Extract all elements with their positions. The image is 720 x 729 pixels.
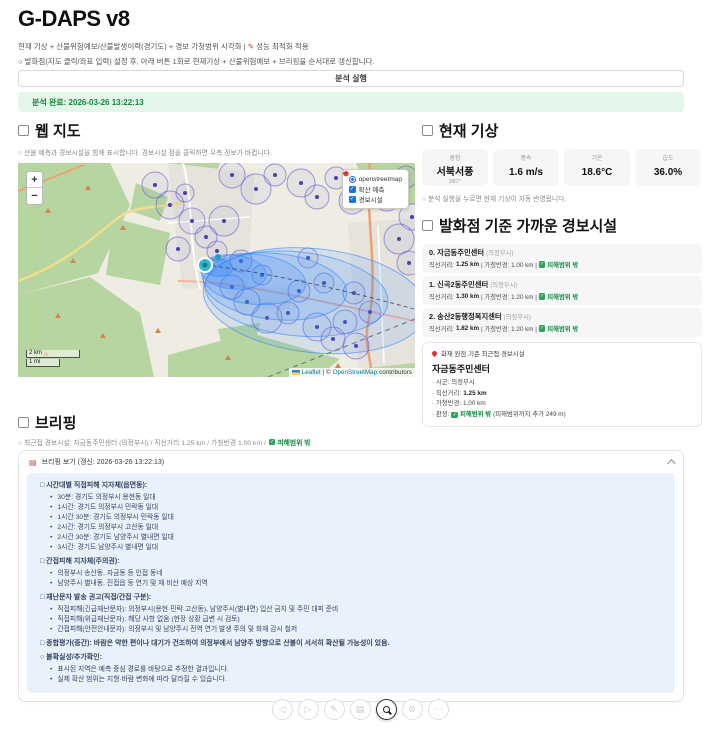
nearest-facility-detail: 화재 원점 기준 최근접 경보시설 자금동주민센터 · 시군: 의정부시 · 직… bbox=[422, 342, 702, 427]
list-item: •1시간: 경기도 의정부시 민락동 일대 bbox=[40, 503, 662, 513]
check-icon: ✓ bbox=[451, 412, 458, 419]
app-subtitle: 현재 기상 + 산불위험예보/산불발생이력(경기도) + 경보 가청범위 시각화… bbox=[18, 41, 309, 52]
g-daps-app: G-DAPS v8 현재 기상 + 산불위험예보/산불발생이력(경기도) + 경… bbox=[0, 0, 720, 729]
prev-button[interactable]: ◁ bbox=[272, 699, 293, 720]
analysis-status: 분석 완료: 2026-03-26 13:22:13 bbox=[18, 92, 684, 112]
chevron-up-icon[interactable] bbox=[667, 459, 675, 467]
checkbox-checked-icon: ✓ bbox=[349, 186, 356, 193]
list-item: •30분: 경기도 의정부시 용현동 일대 bbox=[40, 493, 662, 503]
weather-section-title: 현재 기상 bbox=[422, 120, 702, 141]
layer-spread-prediction[interactable]: ✓ 확산 예측 bbox=[349, 184, 402, 194]
footer-toolbar: ◁ ▷ ✎ ▤ ⊘ ⋯ bbox=[0, 699, 720, 720]
wind-speed-card: 풍속 1.6 m/s bbox=[493, 149, 559, 186]
facility-row: 2. 송산2동행정복지센터 (의정부시) 직선거리:1.82 km| 가청반경:… bbox=[422, 308, 702, 337]
facilities-section-title: 발화점 기준 가까운 경보시설 bbox=[422, 215, 702, 236]
temperature-card: 기온 18.6°C bbox=[564, 149, 630, 186]
list-item: •1시간 30분: 경기도 의정부시 민락동 일대 bbox=[40, 513, 662, 523]
section-box-icon bbox=[18, 417, 29, 428]
pencil-icon: ✎ bbox=[248, 42, 254, 51]
map-section-title: 웹 지도 bbox=[18, 120, 415, 141]
list-item: •표시된 지역은 예측 중심 경로를 바탕으로 추정한 결과입니다. bbox=[40, 665, 662, 675]
section-box-icon bbox=[422, 125, 433, 136]
map-caption: ○ 산불 예측과 경보시설을 함께 표시합니다. 경보시설 점을 클릭하면 우측… bbox=[18, 147, 415, 157]
next-button[interactable]: ▷ bbox=[298, 699, 319, 720]
megaphone-icon bbox=[343, 170, 349, 177]
radio-checked-icon bbox=[349, 176, 356, 183]
edit-icon[interactable]: ✎ bbox=[324, 699, 345, 720]
section-box-icon bbox=[18, 125, 29, 136]
detail-header: 화재 원점 기준 최근접 경보시설 bbox=[432, 349, 692, 358]
briefing-caption: ○ 최근접 경보시설: 자금동주민센터 (의정부시) / 직선거리 1.25 k… bbox=[18, 437, 311, 447]
list-item: •3시간: 경기도 남양주시 별내면 일대 bbox=[40, 543, 662, 553]
frames-icon[interactable]: ▤ bbox=[350, 699, 371, 720]
facility-name: 자금동주민센터 bbox=[432, 362, 692, 375]
humidity-card: 습도 36.0% bbox=[635, 149, 701, 186]
magnifier-icon[interactable] bbox=[376, 699, 397, 720]
check-icon: ✓ bbox=[539, 325, 546, 332]
list-item: •2시간: 경기도 의정부시 고산동 일대 bbox=[40, 523, 662, 533]
checkbox-checked-icon: ✓ bbox=[349, 196, 356, 203]
run-analysis-button[interactable]: 분석 실행 bbox=[18, 70, 684, 87]
weather-caption: ○ 분석 실행을 누르면 현재 기상이 자동 반영됩니다. bbox=[422, 193, 702, 203]
map-canvas[interactable]: + − openstreetmap ✓ 확산 예측 ✓ 경보시설 bbox=[18, 163, 415, 377]
briefing-content: □ 시간대별 직접피해 지자체(읍면동): •30분: 경기도 의정부시 용현동… bbox=[27, 473, 675, 693]
list-item: •의정부시 송산동, 자금동 등 인접 동네 bbox=[40, 569, 662, 579]
layer-alert-facilities[interactable]: ✓ 경보시설 bbox=[349, 194, 402, 204]
briefing-accordion-header[interactable]: ▤ 브리핑 보기 (갱신: 2026-03-26 13:22:13) bbox=[19, 451, 683, 473]
osm-link[interactable]: OpenStreetMap bbox=[333, 369, 377, 376]
list-item: •직접피해(위급재난문자): 해당 사항 없음 (현장 상황 급변 시 검토) bbox=[40, 615, 662, 625]
layer-control: openstreetmap ✓ 확산 예측 ✓ 경보시설 bbox=[342, 169, 409, 209]
ukraine-flag-icon bbox=[292, 370, 300, 375]
video-off-icon[interactable]: ⊘ bbox=[402, 699, 423, 720]
list-item: •실제 확산 범위는 지형·바람 변화에 따라 달라질 수 있습니다. bbox=[40, 675, 662, 685]
briefing-accordion: ▤ 브리핑 보기 (갱신: 2026-03-26 13:22:13) □ 시간대… bbox=[18, 450, 684, 702]
weather-cards: 풍향 서북서풍 287° 풍속 1.6 m/s 기온 18.6°C 습도 36.… bbox=[422, 149, 702, 186]
more-icon[interactable]: ⋯ bbox=[428, 699, 449, 720]
check-icon: ✓ bbox=[539, 261, 546, 268]
map-pin-icon bbox=[431, 350, 438, 357]
layer-basemap[interactable]: openstreetmap bbox=[349, 174, 402, 184]
map-zoom-control: + − bbox=[26, 171, 43, 205]
wind-direction-card: 풍향 서북서풍 287° bbox=[422, 149, 488, 186]
map-scale: 2 km 1 mi bbox=[26, 350, 80, 367]
facility-list: 0. 자금동주민센터 (의정부시) 직선거리:1.25 km| 가청반경: 1.… bbox=[422, 244, 702, 337]
facility-row: 0. 자금동주민센터 (의정부시) 직선거리:1.25 km| 가청반경: 1.… bbox=[422, 244, 702, 273]
app-instruction: ○ 발화점(지도 클릭/좌표 입력) 설정 후, 아래 버튼 1회로 현재기상 … bbox=[18, 56, 375, 67]
list-item: •남양주시 별내동, 진접읍 등 연기 및 재 비산 예상 지역 bbox=[40, 579, 662, 589]
leaflet-link[interactable]: Leaflet bbox=[302, 369, 321, 376]
map-attribution: Leaflet | © OpenStreetMap contributors bbox=[289, 368, 415, 377]
zoom-in-button[interactable]: + bbox=[27, 172, 42, 188]
zoom-out-button[interactable]: − bbox=[27, 188, 42, 204]
check-icon: ✓ bbox=[539, 293, 546, 300]
list-item: •간접피해(안전안내문자): 의정부시 및 남양주시 전역 연기 발생 주의 및… bbox=[40, 625, 662, 635]
briefing-section-title: 브리핑 bbox=[18, 412, 76, 433]
document-icon: ▤ bbox=[29, 458, 37, 467]
list-item: •2시간 30분: 경기도 남양주시 별내면 일대 bbox=[40, 533, 662, 543]
section-box-icon bbox=[422, 220, 433, 231]
page-title: G-DAPS v8 bbox=[18, 6, 130, 32]
facility-row: 1. 신곡2동주민센터 (의정부시) 직선거리:1.30 km| 가청반경: 1… bbox=[422, 276, 702, 305]
check-icon: ✓ bbox=[269, 439, 276, 446]
list-item: •직접피해(긴급재난문자): 의정부시(용현·민락·고산동), 남양주시(별내면… bbox=[40, 605, 662, 615]
